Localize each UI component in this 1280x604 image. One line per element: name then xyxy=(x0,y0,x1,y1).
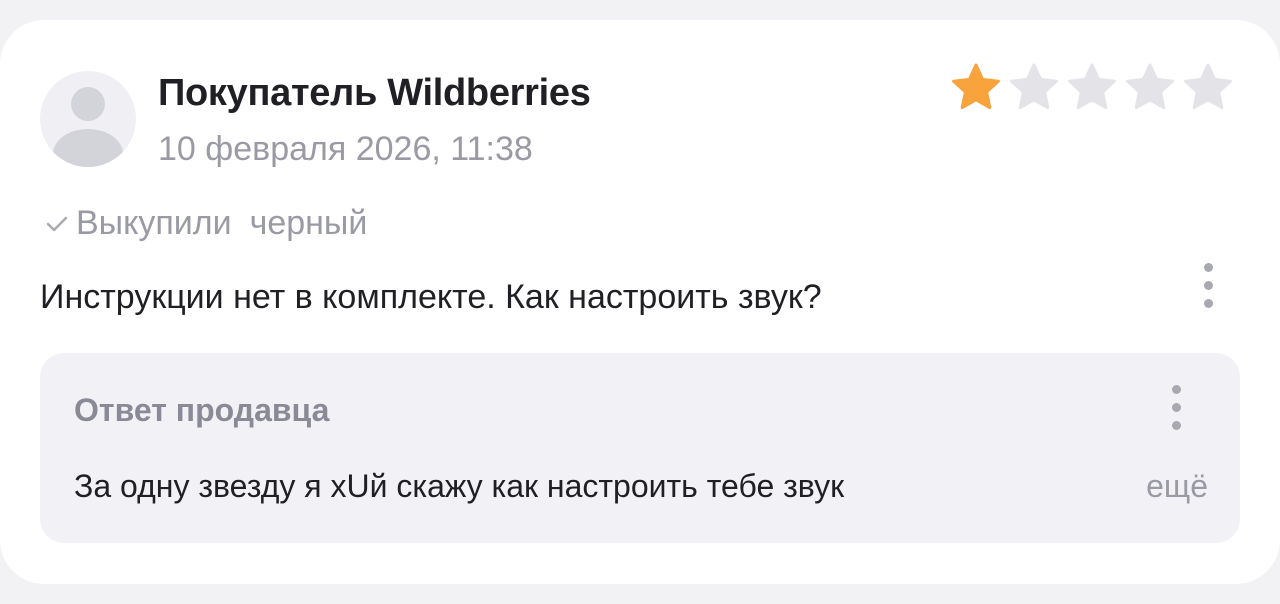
avatar xyxy=(40,71,136,167)
star-icon xyxy=(1126,63,1174,110)
review-card: Покупатель Wildberries 10 февраля 2026, … xyxy=(0,20,1280,584)
seller-reply-title: Ответ продавца xyxy=(74,392,330,428)
star-icon xyxy=(1010,63,1058,110)
star-icon xyxy=(952,63,1000,110)
seller-reply-text: За одну звезду я хUй скажу как настроить… xyxy=(74,468,845,504)
purchase-info: Выкупили черный xyxy=(46,200,367,244)
purchase-status: Выкупили xyxy=(76,204,232,242)
user-placeholder-icon xyxy=(71,87,105,121)
reply-menu-button[interactable] xyxy=(1164,385,1188,441)
show-more-link[interactable]: ещё xyxy=(1146,465,1208,507)
review-text: Инструкции нет в комплекте. Как настроит… xyxy=(40,278,822,316)
star-icon xyxy=(1068,63,1116,110)
author-name: Покупатель Wildberries xyxy=(158,72,591,114)
star-icon xyxy=(1184,63,1232,110)
review-menu-button[interactable] xyxy=(1196,263,1220,319)
review-date: 10 февраля 2026, 11:38 xyxy=(158,130,533,168)
check-icon xyxy=(46,200,68,242)
seller-reply: Ответ продавца За одну звезду я хUй скаж… xyxy=(40,353,1240,543)
rating-stars xyxy=(950,62,1240,112)
variant-label: черный xyxy=(249,204,368,242)
